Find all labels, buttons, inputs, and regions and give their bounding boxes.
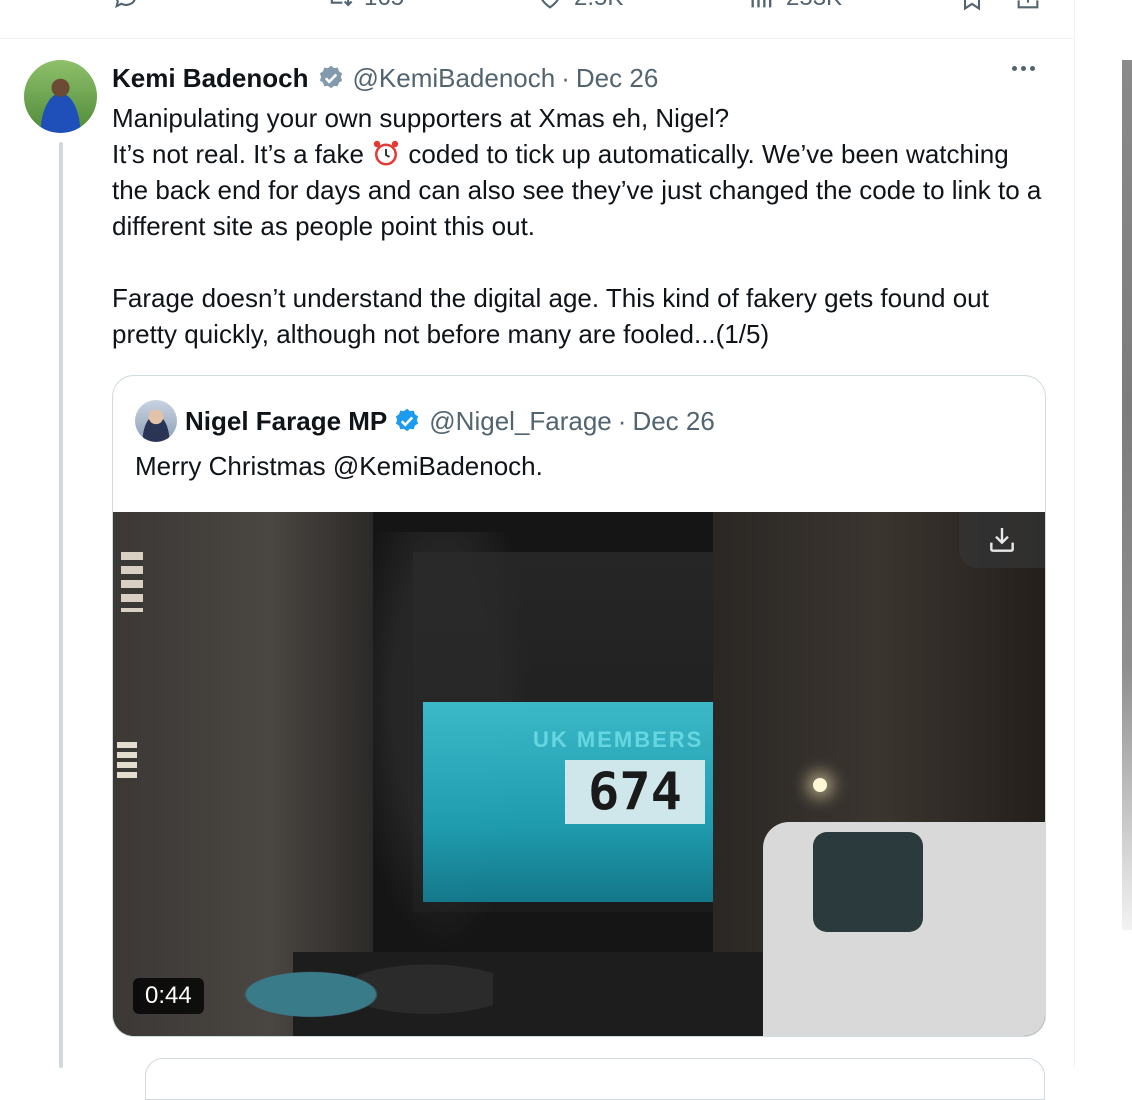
- tweet-line-1: Manipulating your own supporters at Xmas…: [112, 103, 730, 133]
- share-icon: [1017, 0, 1039, 9]
- date-separator: ·: [561, 62, 570, 93]
- author-handle[interactable]: @KemiBadenoch: [353, 63, 556, 94]
- tweet-text: Manipulating your own supporters at Xmas…: [112, 100, 1052, 352]
- verified-icon: [396, 408, 419, 432]
- quoted-author-handle: @Nigel_Farage: [429, 405, 612, 436]
- quoted-tweet-header: Nigel Farage MP @Nigel_Farage · Dec 26: [135, 400, 715, 442]
- retweet-icon: [330, 0, 353, 7]
- video-duration: 0:44: [133, 978, 204, 1014]
- views-count: 253K: [786, 0, 842, 12]
- quoted-tweet-text: Merry Christmas @KemiBadenoch.: [135, 451, 543, 481]
- tweet-line-2-start: It’s not real. It’s a fake: [112, 139, 372, 169]
- quoted-author-avatar: [135, 400, 177, 442]
- video-scene-cars: [233, 932, 493, 1036]
- reply-button[interactable]: [112, 0, 140, 12]
- quoted-author-name: Nigel Farage MP: [185, 405, 388, 436]
- video-player[interactable]: UK MEMBERS 674 0:44: [113, 512, 1045, 1036]
- thread-line: [59, 142, 63, 1068]
- like-count: 2.5K: [574, 0, 623, 12]
- download-icon: [990, 528, 1014, 552]
- alarm-clock-icon: [373, 140, 399, 166]
- retweet-button[interactable]: 165: [326, 0, 404, 12]
- video-scene-streetlamp: [813, 778, 827, 792]
- reply-icon: [115, 0, 136, 9]
- views-icon: [751, 0, 772, 8]
- tweet-line-2: It’s not real. It’s a fake coded to tick…: [112, 136, 1052, 244]
- sidebar-media-edge: [1122, 60, 1132, 930]
- retweet-count: 165: [364, 0, 404, 12]
- author-name[interactable]: Kemi Badenoch: [112, 63, 309, 94]
- bookmark-button[interactable]: [958, 0, 986, 12]
- more-icon[interactable]: [1012, 66, 1035, 71]
- like-button[interactable]: 2.5K: [536, 0, 623, 12]
- download-button[interactable]: [959, 512, 1045, 568]
- video-scene-windows: [121, 552, 143, 612]
- tweet-header: Kemi Badenoch @KemiBadenoch · Dec 26: [112, 60, 658, 96]
- video-projection-label: UK MEMBERS: [533, 727, 704, 752]
- tweet-divider: [0, 38, 1074, 39]
- next-card-edge: [145, 1058, 1045, 1100]
- quoted-tweet[interactable]: Nigel Farage MP @Nigel_Farage · Dec 26 M…: [112, 375, 1046, 1037]
- video-scene-van-window: [813, 832, 923, 932]
- share-button[interactable]: [1014, 0, 1042, 12]
- previous-tweet-actions: 165 2.5K 253K: [0, 0, 1074, 16]
- verified-icon: [319, 65, 342, 89]
- views-button[interactable]: 253K: [748, 0, 842, 12]
- video-scene-windows: [117, 742, 137, 782]
- tweet-date[interactable]: Dec 26: [576, 63, 658, 94]
- tweet-line-3: Farage doesn’t understand the digital ag…: [112, 283, 989, 349]
- like-icon: [541, 0, 559, 9]
- author-avatar[interactable]: [24, 60, 97, 133]
- video-projection-counter: 674: [565, 760, 705, 824]
- quoted-date-separator: ·: [617, 405, 627, 436]
- quoted-tweet-date: Dec 26: [632, 405, 715, 436]
- bookmark-icon: [963, 0, 981, 11]
